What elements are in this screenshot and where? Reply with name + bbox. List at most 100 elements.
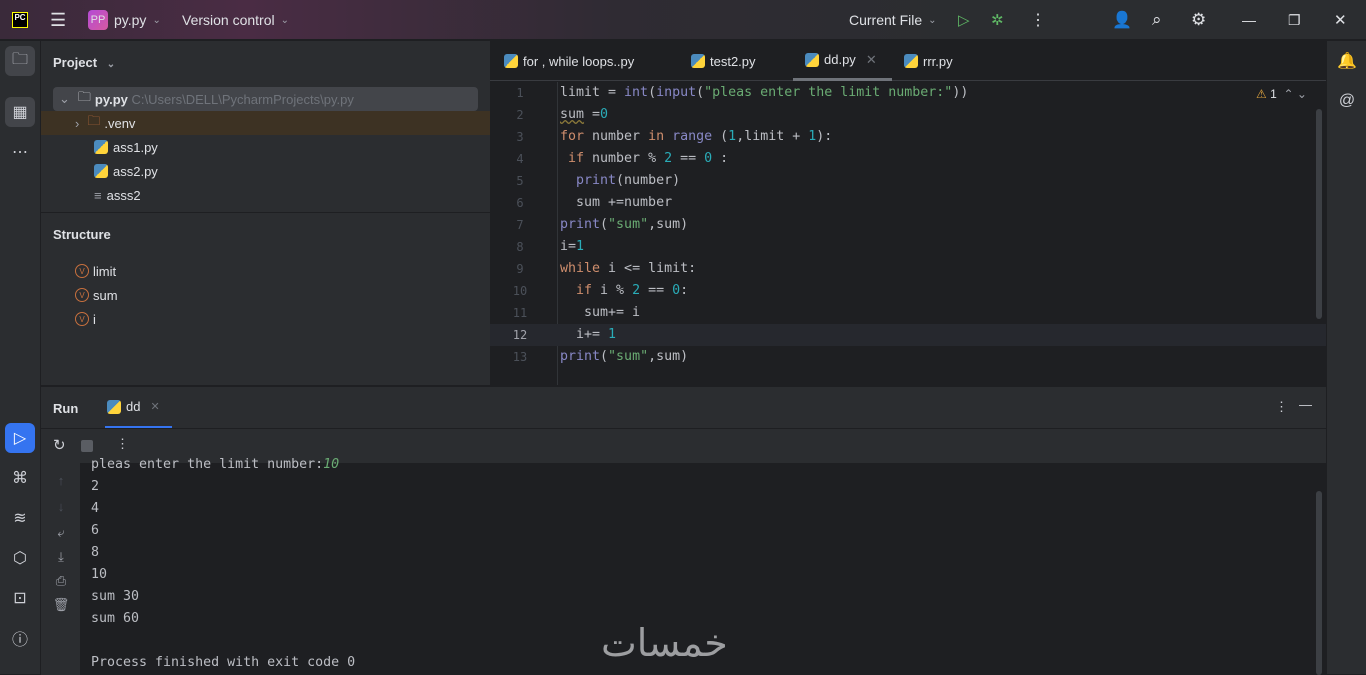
options-icon[interactable]: ⋮ bbox=[1275, 399, 1288, 415]
code-line[interactable]: sum+= i bbox=[560, 302, 640, 324]
code-token: sum+= i bbox=[560, 305, 641, 320]
code-line[interactable]: while i <= limit: bbox=[560, 258, 696, 280]
code-line[interactable]: i=1 bbox=[560, 236, 584, 258]
notifications-icon[interactable]: 🔔 bbox=[1332, 46, 1362, 76]
run-config-selector[interactable]: Current File ⌄ bbox=[849, 0, 937, 40]
trash-icon[interactable]: 🗑 bbox=[51, 597, 71, 613]
code-line[interactable]: if i % 2 == 0: bbox=[560, 280, 688, 302]
code-line[interactable]: print(number) bbox=[560, 170, 680, 192]
run-tab-dd[interactable]: dd ✕ bbox=[105, 387, 172, 428]
tab-rrr[interactable]: rrr.py bbox=[904, 41, 953, 81]
down-arrow-icon[interactable]: ↓ bbox=[51, 499, 71, 514]
add-user-icon[interactable]: 👤 bbox=[1112, 0, 1132, 40]
python-console-icon[interactable]: ⌘ bbox=[5, 463, 35, 493]
python-packages-icon[interactable]: ≋ bbox=[5, 503, 35, 533]
code-token: for bbox=[560, 129, 593, 144]
project-selector[interactable]: PP py.py ⌄ bbox=[88, 0, 161, 40]
settings-icon[interactable]: ⚙ bbox=[1191, 0, 1206, 40]
run-panel-title: Run bbox=[53, 401, 79, 416]
project-panel-title[interactable]: Project ⌄ bbox=[53, 55, 115, 70]
code-line[interactable]: print("sum",sum) bbox=[560, 214, 688, 236]
more-tools-icon[interactable]: ⋯ bbox=[5, 137, 35, 167]
minimize-button[interactable]: — bbox=[1242, 0, 1256, 40]
line-number: 2 bbox=[516, 108, 524, 122]
code-token: = bbox=[584, 107, 601, 122]
tab-for-while-loops[interactable]: for , while loops..py bbox=[504, 41, 634, 81]
code-token: number bbox=[592, 129, 649, 144]
code-token: == bbox=[640, 283, 673, 298]
close-tab-icon[interactable]: ✕ bbox=[866, 52, 877, 68]
structure-item[interactable]: Vsum bbox=[41, 283, 490, 307]
code-line[interactable]: limit = int(input("pleas enter the limit… bbox=[560, 82, 968, 104]
chevron-down-icon: ⌄ bbox=[280, 14, 289, 26]
stop-icon[interactable] bbox=[81, 440, 93, 452]
tab-dd[interactable]: dd.py ✕ bbox=[793, 41, 892, 81]
line-number: 11 bbox=[512, 306, 528, 320]
console-scrollbar[interactable] bbox=[1316, 491, 1322, 675]
code-token: 1 bbox=[576, 239, 585, 254]
code-token: : bbox=[712, 151, 729, 166]
code-line[interactable]: print("sum",sum) bbox=[560, 346, 688, 368]
terminal-icon[interactable]: ⊡ bbox=[5, 583, 35, 613]
vcs-label: Version control bbox=[182, 12, 275, 28]
code-line[interactable]: i+= 1 bbox=[560, 324, 616, 346]
code-token: : bbox=[680, 283, 689, 298]
hide-panel-icon[interactable]: — bbox=[1299, 397, 1312, 412]
code-line[interactable]: sum =0 bbox=[560, 104, 608, 126]
tab-test2[interactable]: test2.py bbox=[691, 41, 756, 81]
console-line: sum 60 bbox=[91, 611, 140, 626]
structure-item[interactable]: Vlimit bbox=[41, 259, 490, 283]
variable-icon: V bbox=[75, 264, 89, 278]
close-tab-icon[interactable]: ✕ bbox=[150, 400, 159, 413]
code-line[interactable]: for number in range (1,limit + 1): bbox=[560, 126, 832, 148]
tree-item-root[interactable]: ⌄ 🗀 py.py C:\Users\DELL\PycharmProjects\p… bbox=[53, 87, 478, 111]
run-tool-icon[interactable]: ▷ bbox=[5, 423, 35, 453]
rerun-icon[interactable]: ↻ bbox=[53, 436, 66, 454]
tree-item-asss2[interactable]: ≡ asss2 bbox=[41, 183, 490, 207]
line-number: 3 bbox=[516, 130, 524, 144]
project-tool-icon[interactable]: 🗀 bbox=[5, 46, 35, 76]
close-button[interactable]: ✕ bbox=[1334, 0, 1347, 40]
tree-item-venv[interactable]: › 🗀 .venv bbox=[41, 111, 490, 135]
code-token: print bbox=[560, 217, 601, 232]
up-arrow-icon[interactable]: ↑ bbox=[51, 473, 71, 488]
code-token: sum +=number bbox=[560, 195, 673, 210]
services-icon[interactable]: ⬡ bbox=[5, 543, 35, 573]
python-file-icon bbox=[504, 54, 518, 68]
scroll-to-end-icon[interactable]: ⤓ bbox=[51, 549, 71, 565]
line-number: 7 bbox=[516, 218, 524, 232]
main-menu-icon[interactable]: ☰ bbox=[50, 0, 66, 40]
code-token: ,sum) bbox=[648, 217, 689, 232]
code-token: ( bbox=[696, 85, 705, 100]
search-icon[interactable]: ⌕ bbox=[1152, 0, 1162, 40]
console-line: 6 bbox=[91, 523, 100, 538]
code-token: number % bbox=[592, 151, 665, 166]
structure-item[interactable]: Vi bbox=[41, 307, 490, 331]
warnings-indicator[interactable]: ⚠ 1 ⌃ ⌄ bbox=[1256, 87, 1307, 101]
more-icon[interactable]: ⋮ bbox=[116, 436, 129, 452]
editor: for , while loops..py test2.py dd.py ✕ rr… bbox=[490, 41, 1326, 385]
line-number: 5 bbox=[516, 174, 524, 188]
tree-item-ass2[interactable]: ass2.py bbox=[41, 159, 490, 183]
editor-scrollbar[interactable] bbox=[1316, 109, 1322, 319]
code-token: print bbox=[560, 349, 601, 364]
problems-icon[interactable]: ⓘ bbox=[5, 623, 35, 653]
line-number: 10 bbox=[512, 284, 528, 298]
run-icon[interactable]: ▷ bbox=[958, 0, 970, 40]
project-name: py.py bbox=[114, 12, 147, 28]
soft-wrap-icon[interactable]: ⤶ bbox=[51, 525, 71, 541]
code-line[interactable]: if number % 2 == 0 : bbox=[560, 148, 728, 170]
print-icon[interactable]: ⎙ bbox=[51, 573, 71, 589]
debug-icon[interactable]: ✲ bbox=[991, 0, 1004, 40]
maximize-button[interactable]: ❐ bbox=[1288, 0, 1301, 40]
structure-tool-icon[interactable]: ▦ bbox=[5, 97, 35, 127]
ai-assistant-icon[interactable]: @ bbox=[1332, 86, 1362, 116]
vcs-menu[interactable]: Version control ⌄ bbox=[182, 0, 289, 40]
more-icon[interactable]: ⋮ bbox=[1030, 0, 1046, 40]
project-panel: Project ⌄ ⌄ 🗀 py.py C:\Users\DELL\Pycharm… bbox=[41, 41, 490, 385]
tree-item-ass1[interactable]: ass1.py bbox=[41, 135, 490, 159]
chevron-down-icon: ⌄ bbox=[152, 14, 161, 26]
code-line[interactable]: sum +=number bbox=[560, 192, 672, 214]
code-token: 0 bbox=[600, 107, 609, 122]
console-line: 10 bbox=[91, 567, 108, 582]
